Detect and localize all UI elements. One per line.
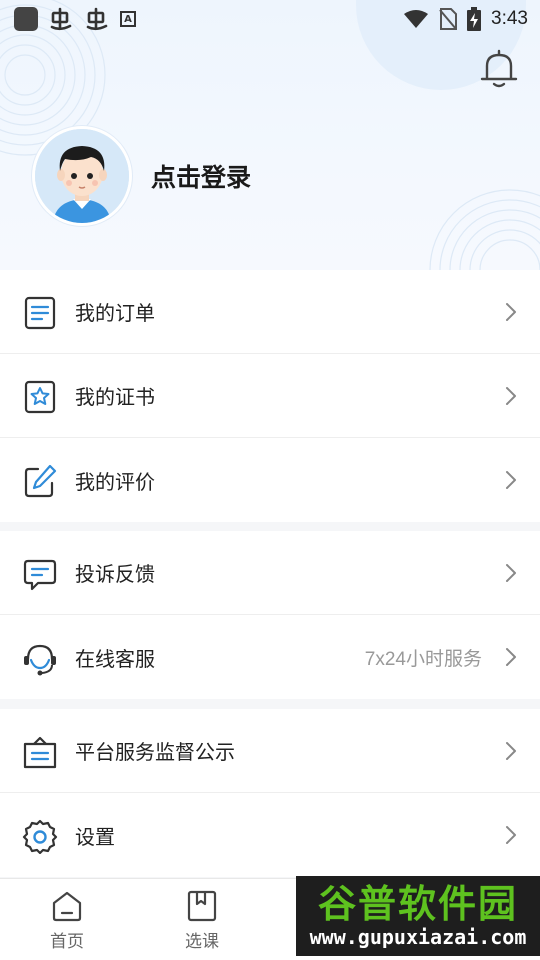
- chevron-right-icon: [506, 648, 516, 666]
- chevron-right-icon: [506, 303, 516, 321]
- menu-item-label: 我的评价: [75, 471, 155, 494]
- watermark-title: 谷普软件园: [317, 882, 518, 926]
- menu-item-my-reviews[interactable]: 我的评价: [0, 438, 540, 522]
- tab-courses[interactable]: 选课: [135, 879, 269, 960]
- app-square-icon: [14, 7, 38, 31]
- status-bar: A 3:43: [0, 0, 540, 38]
- profile-header: A 3:43 点击登录: [0, 0, 540, 270]
- avatar-illustration: [35, 129, 129, 223]
- edit-review-icon: [24, 464, 57, 498]
- a-letter-icon: A: [120, 11, 136, 27]
- menu-item-label: 我的订单: [75, 303, 155, 325]
- decorative-rings-bottom: [429, 189, 540, 270]
- watermark-url: www.gupuxiazai.com: [309, 925, 527, 949]
- menu-item-my-certificates[interactable]: 我的证书: [0, 354, 540, 438]
- menu-item-label: 我的证书: [75, 387, 155, 409]
- home-icon: [52, 891, 82, 922]
- wifi-icon: [404, 10, 429, 28]
- service-hours-text: 7x24小时服务: [364, 648, 482, 670]
- tab-home[interactable]: 首页: [0, 879, 134, 960]
- menu-item-label: 投诉反馈: [75, 564, 155, 586]
- menu-group-support: 投诉反馈 在线客服 7x24小时服务: [0, 531, 540, 699]
- watermark-logo: 谷普软件园 www.gupuxiazai.com: [296, 876, 540, 956]
- notice-board-icon: [23, 736, 57, 769]
- tab-label: 首页: [50, 932, 84, 951]
- menu-group-platform: 平台服务监督公示 设置: [0, 709, 540, 877]
- chevron-right-icon: [506, 564, 516, 582]
- chevron-right-icon: [506, 826, 516, 844]
- tab-label: 选课: [185, 932, 219, 951]
- status-time: 3:43: [491, 8, 528, 29]
- order-list-icon: [24, 296, 56, 330]
- menu-item-feedback[interactable]: 投诉反馈: [0, 531, 540, 615]
- chevron-right-icon: [506, 471, 516, 489]
- battery-charging-icon: [467, 7, 482, 31]
- menu-group-orders: 我的订单 我的证书 我的评价: [0, 270, 540, 522]
- login-prompt[interactable]: 点击登录: [151, 158, 251, 194]
- bug-icon: [50, 7, 72, 31]
- notification-bell-icon[interactable]: [478, 46, 520, 90]
- chevron-right-icon: [506, 742, 516, 760]
- no-sim-icon: [439, 8, 458, 30]
- menu-item-label: 在线客服: [75, 648, 155, 671]
- book-icon: [187, 890, 217, 922]
- chevron-right-icon: [506, 387, 516, 405]
- menu-item-online-service[interactable]: 在线客服 7x24小时服务: [0, 615, 540, 699]
- gear-icon: [22, 819, 58, 854]
- menu-item-settings[interactable]: 设置: [0, 793, 540, 877]
- headset-icon: [24, 644, 56, 676]
- avatar[interactable]: [32, 126, 132, 226]
- menu-item-my-orders[interactable]: 我的订单: [0, 270, 540, 354]
- feedback-message-icon: [23, 559, 57, 591]
- bug-icon: [86, 7, 108, 31]
- menu-item-service-supervision[interactable]: 平台服务监督公示: [0, 709, 540, 793]
- menu-item-label: 平台服务监督公示: [75, 742, 235, 764]
- certificate-star-icon: [24, 380, 56, 414]
- menu-item-label: 设置: [75, 826, 115, 849]
